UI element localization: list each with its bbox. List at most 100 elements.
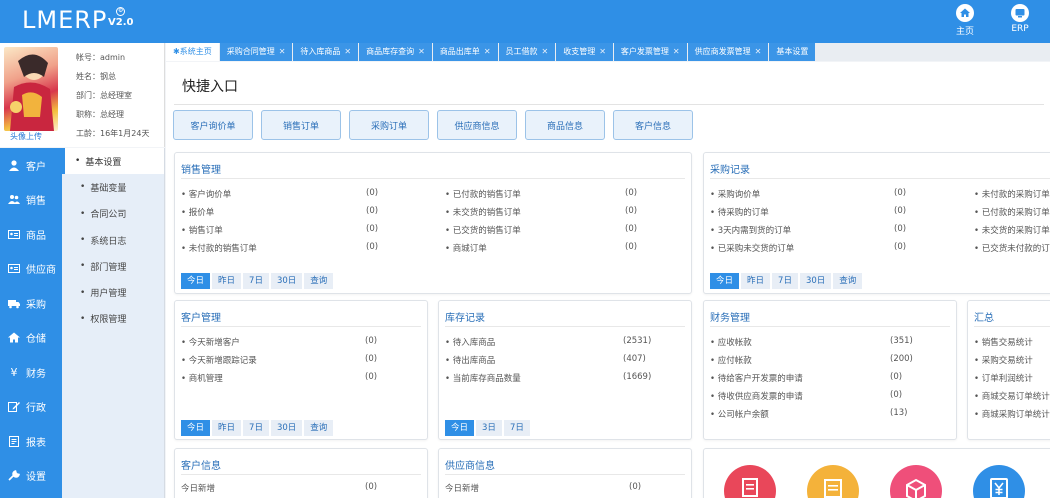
tab-purchase-contract[interactable]: 采购合同管理 ✕: [219, 43, 293, 61]
list-item[interactable]: • 待入库商品 (2531): [445, 336, 685, 348]
nav-item-finance[interactable]: ¥ 财务: [0, 355, 62, 390]
list-item[interactable]: • 公司帐户余额 (13): [710, 408, 950, 420]
list-item[interactable]: • 商机管理 (0): [181, 372, 421, 384]
filter-30d-button[interactable]: 30日: [799, 273, 832, 289]
list-item[interactable]: • 已交货的销售订单 (0): [445, 224, 645, 236]
list-item[interactable]: • 未交货的销售订单 (0): [445, 206, 645, 218]
filter-query-button[interactable]: 查询: [304, 273, 334, 289]
list-item[interactable]: • 应付帐款 (200): [710, 354, 950, 366]
list-item[interactable]: • 已采购未交货的订单 (0): [710, 242, 910, 254]
avatar-upload-link[interactable]: 头像上传: [10, 131, 42, 142]
scroll-shortcut-button[interactable]: [807, 465, 859, 498]
close-icon[interactable]: ✕: [344, 47, 351, 56]
filter-today-button[interactable]: 今日: [445, 420, 475, 436]
quick-goods-info-button[interactable]: 商品信息: [525, 110, 605, 140]
subnav-item-variables[interactable]: • 基础变量: [62, 174, 164, 200]
filter-7d-button[interactable]: 7日: [243, 273, 269, 289]
filter-today-button[interactable]: 今日: [181, 420, 211, 436]
list-item[interactable]: 今日新增 (0): [445, 482, 685, 494]
filter-3d-button[interactable]: 3日: [476, 420, 502, 436]
tab-supplier-invoice[interactable]: 供应商发票管理 ✕: [687, 43, 769, 61]
tab-employee-loan[interactable]: 员工借款 ✕: [498, 43, 556, 61]
filter-query-button[interactable]: 查询: [304, 420, 334, 436]
close-icon[interactable]: ✕: [599, 47, 606, 56]
list-item[interactable]: • 今天新增跟踪记录 (0): [181, 354, 421, 366]
tab-outbound[interactable]: 商品出库单 ✕: [432, 43, 498, 61]
filter-yesterday-button[interactable]: 昨日: [741, 273, 771, 289]
nav-item-sales[interactable]: 销售: [0, 183, 62, 218]
quick-supplier-info-button[interactable]: 供应商信息: [437, 110, 517, 140]
tab-customer-invoice[interactable]: 客户发票管理 ✕: [613, 43, 687, 61]
list-item[interactable]: • 销售订单 (0): [181, 224, 381, 236]
quick-sales-order-button[interactable]: 销售订单: [261, 110, 341, 140]
nav-item-supplier[interactable]: 供应商: [0, 252, 62, 287]
list-item[interactable]: • 3天内需到货的订单 (0): [710, 224, 910, 236]
tab-income-expense[interactable]: 收支管理 ✕: [556, 43, 613, 61]
close-icon[interactable]: ✕: [673, 47, 680, 56]
list-item[interactable]: • 已付款的销售订单 (0): [445, 188, 645, 200]
subnav-item-system-log[interactable]: • 系统日志: [62, 227, 164, 253]
list-item[interactable]: • 待采购的订单 (0): [710, 206, 910, 218]
list-item[interactable]: • 订单利润统计: [974, 372, 1033, 384]
list-item[interactable]: • 今天新增客户 (0): [181, 336, 421, 348]
nav-item-warehouse[interactable]: 仓储: [0, 321, 62, 356]
list-item[interactable]: • 销售交易统计: [974, 336, 1033, 348]
list-item[interactable]: • 商城交易订单统计: [974, 390, 1050, 402]
list-item[interactable]: • 当前库存商品数量 (1669): [445, 372, 685, 384]
nav-item-purchase[interactable]: 采购: [0, 286, 62, 321]
list-item[interactable]: • 客户询价单 (0): [181, 188, 381, 200]
list-item[interactable]: • 待收供应商发票的申请 (0): [710, 390, 950, 402]
filter-today-button[interactable]: 今日: [181, 273, 211, 289]
list-item[interactable]: • 未付款的采购订单: [974, 188, 1050, 200]
list-item[interactable]: • 采购询价单 (0): [710, 188, 910, 200]
close-icon[interactable]: ✕: [755, 47, 762, 56]
list-item[interactable]: 今日新增 (0): [181, 482, 421, 494]
subnav-item-basic-settings[interactable]: • 基本设置: [62, 148, 164, 175]
list-item[interactable]: • 商城采购订单统计: [974, 408, 1050, 420]
close-icon[interactable]: ✕: [279, 47, 286, 56]
list-item[interactable]: • 已付款的采购订单: [974, 206, 1050, 218]
list-item[interactable]: • 未交货的采购订单: [974, 224, 1050, 236]
nav-item-customer[interactable]: 客户: [0, 148, 62, 183]
filter-7d-button[interactable]: 7日: [503, 420, 530, 436]
filter-today-button[interactable]: 今日: [710, 273, 740, 289]
close-icon[interactable]: ✕: [418, 47, 425, 56]
filter-query-button[interactable]: 查询: [833, 273, 863, 289]
list-item[interactable]: • 采购交易统计: [974, 354, 1033, 366]
list-item[interactable]: • 待出库商品 (407): [445, 354, 685, 366]
filter-7d-button[interactable]: 7日: [772, 273, 798, 289]
list-item[interactable]: • 应收帐款 (351): [710, 336, 950, 348]
list-item[interactable]: • 已交货未付款的订: [974, 242, 1050, 254]
tab-stock-query[interactable]: 商品库存查询 ✕: [359, 43, 432, 61]
document-shortcut-button[interactable]: [724, 465, 776, 498]
nav-item-goods[interactable]: 商品: [0, 217, 62, 252]
home-button[interactable]: 主页: [945, 4, 985, 37]
close-icon[interactable]: ✕: [484, 47, 491, 56]
tab-home[interactable]: ✱系统主页: [166, 43, 219, 61]
filter-30d-button[interactable]: 30日: [270, 420, 303, 436]
tab-basic-settings[interactable]: 基本设置: [769, 43, 816, 61]
package-shortcut-button[interactable]: [890, 465, 942, 498]
filter-yesterday-button[interactable]: 昨日: [212, 420, 242, 436]
close-icon[interactable]: ✕: [542, 47, 549, 56]
filter-30d-button[interactable]: 30日: [270, 273, 303, 289]
subnav-item-departments[interactable]: • 部门管理: [62, 253, 164, 279]
subnav-item-permissions[interactable]: • 权限管理: [62, 306, 164, 332]
subnav-item-contract-company[interactable]: • 合同公司: [62, 201, 164, 227]
list-item[interactable]: • 待给客户开发票的申请 (0): [710, 372, 950, 384]
nav-item-settings[interactable]: 设置: [0, 459, 62, 494]
filter-yesterday-button[interactable]: 昨日: [212, 273, 242, 289]
nav-item-admin[interactable]: 行政: [0, 390, 62, 425]
nav-item-report[interactable]: 报表: [0, 424, 62, 459]
quick-customer-info-button[interactable]: 客户信息: [613, 110, 693, 140]
filter-7d-button[interactable]: 7日: [243, 420, 269, 436]
erp-button[interactable]: ERP: [1000, 4, 1040, 34]
finance-shortcut-button[interactable]: [973, 465, 1025, 498]
tab-pending-inbound[interactable]: 待入库商品 ✕: [293, 43, 359, 61]
avatar[interactable]: [4, 47, 58, 131]
list-item[interactable]: • 报价单 (0): [181, 206, 381, 218]
subnav-item-users[interactable]: • 用户管理: [62, 279, 164, 305]
list-item[interactable]: • 商城订单 (0): [445, 242, 645, 254]
quick-purchase-order-button[interactable]: 采购订单: [349, 110, 429, 140]
quick-customer-inquiry-button[interactable]: 客户询价单: [173, 110, 253, 140]
